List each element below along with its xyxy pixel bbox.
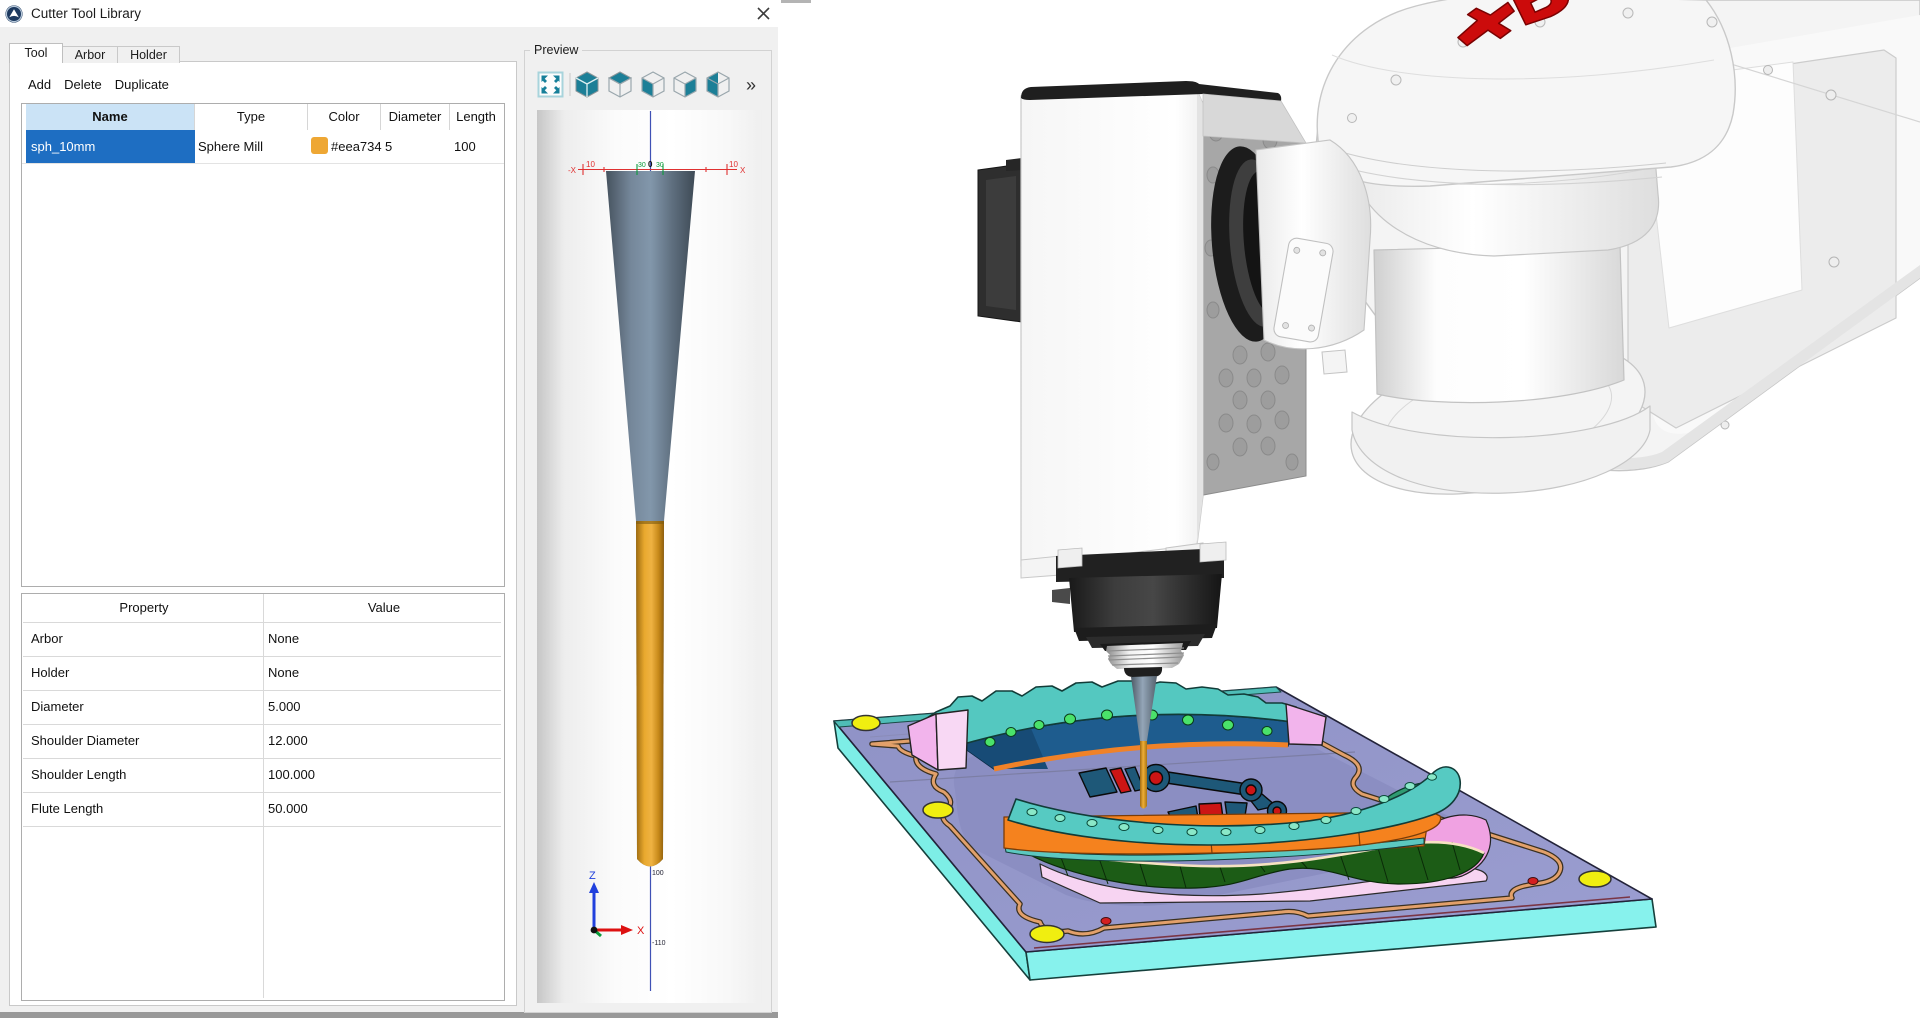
svg-text:30: 30 [656, 162, 664, 169]
svg-text:-X: -X [568, 166, 577, 175]
svg-text:X: X [637, 925, 645, 937]
svg-text:30: 30 [638, 162, 646, 169]
svg-text:0: 0 [648, 160, 653, 169]
svg-text:100: 100 [652, 870, 664, 877]
svg-text:-110: -110 [652, 940, 666, 947]
svg-text:10: 10 [729, 160, 738, 169]
svg-text:»: » [746, 75, 756, 95]
svg-text:10: 10 [586, 160, 595, 169]
svg-text:X: X [740, 166, 746, 175]
svg-text:Z: Z [589, 870, 596, 882]
